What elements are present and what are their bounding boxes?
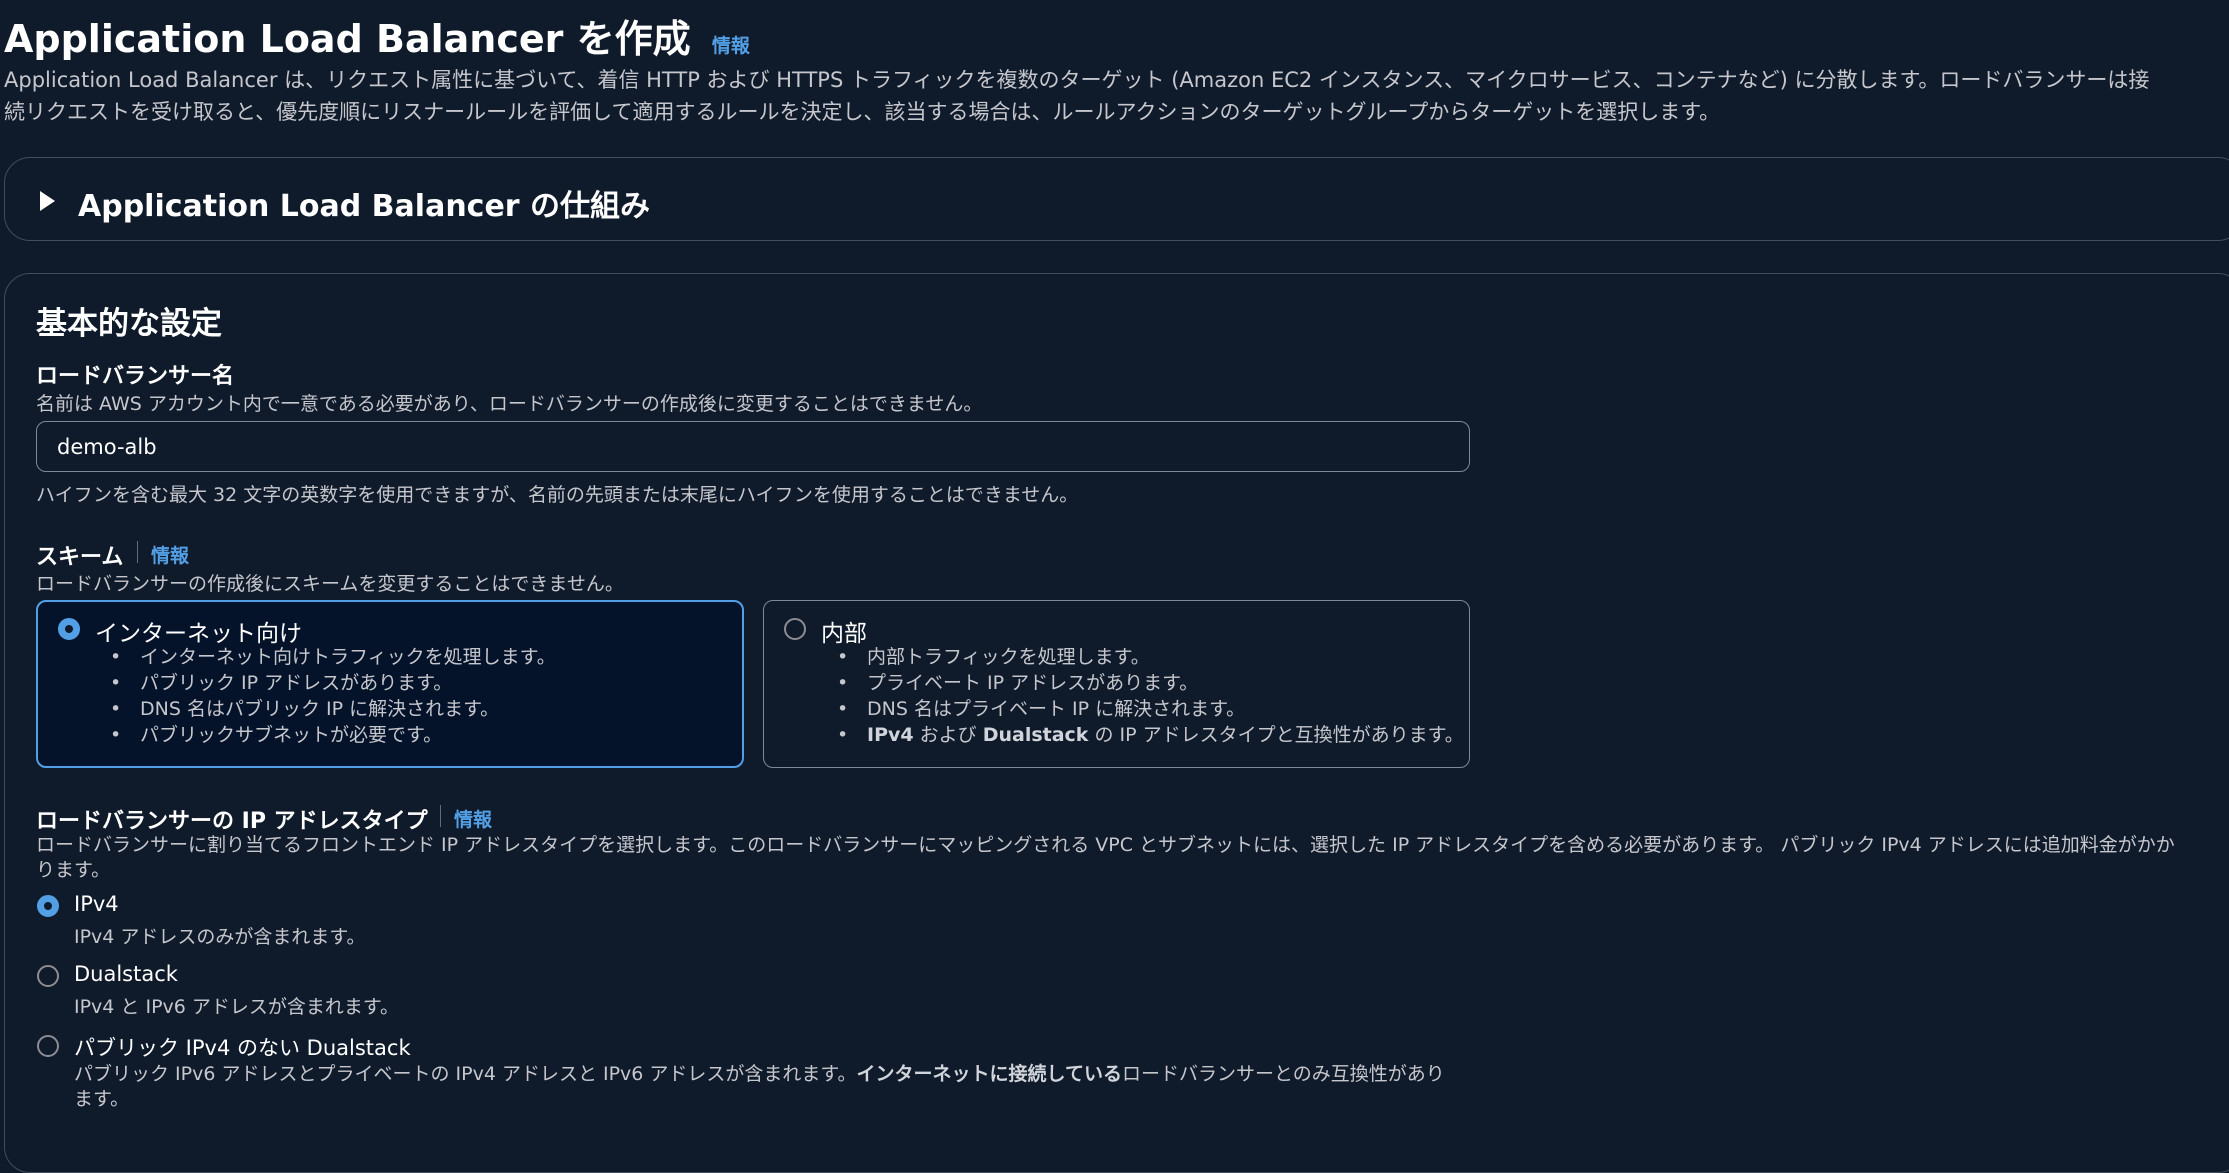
text: および bbox=[913, 724, 983, 746]
radio-ipv4[interactable] bbox=[37, 895, 59, 917]
page-description-line2: 続リクエストを受け取ると、優先度順にリスナールールを評価して適用するルールを決定… bbox=[4, 100, 1721, 124]
list-item: パブリックサブネットが必要です。 bbox=[110, 722, 556, 748]
page-title: Application Load Balancer を作成 情報 bbox=[4, 8, 750, 63]
ip-type-label: ロードバランサーの IP アドレスタイプ bbox=[36, 809, 428, 834]
list-item: DNS 名はパブリック IP に解決されます。 bbox=[110, 696, 556, 722]
dualstack-no-public-ipv4-description: パブリック IPv6 アドレスとプライベートの IPv4 アドレスと IPv6 … bbox=[74, 1062, 1445, 1112]
scheme-option-title: インターネット向け bbox=[95, 621, 302, 647]
page-description: Application Load Balancer は、リクエスト属性に基づいて… bbox=[4, 64, 2229, 128]
text: ロードバランサーとのみ互換性があり bbox=[1121, 1063, 1445, 1085]
scheme-option-title: 内部 bbox=[821, 621, 867, 647]
list-item: パブリック IP アドレスがあります。 bbox=[110, 670, 556, 696]
lb-name-hint: ハイフンを含む最大 32 文字の英数字を使用できますが、名前の先頭または末尾にハ… bbox=[36, 484, 1079, 506]
bold-text: インターネットに接続している bbox=[856, 1063, 1122, 1085]
internet-facing-bullets: インターネット向けトラフィックを処理します。 パブリック IP アドレスがありま… bbox=[110, 644, 556, 748]
list-item: プライベート IP アドレスがあります。 bbox=[837, 670, 1464, 696]
radio-dualstack-no-public-ipv4[interactable] bbox=[37, 1035, 59, 1057]
bold-text: IPv4 bbox=[867, 724, 914, 746]
text: の IP アドレスタイプと互換性があります。 bbox=[1088, 724, 1464, 746]
ip-type-info-link[interactable]: 情報 bbox=[454, 805, 492, 832]
section-title: 基本的な設定 bbox=[36, 306, 222, 342]
list-item: インターネット向けトラフィックを処理します。 bbox=[110, 644, 556, 670]
page-title-text: Application Load Balancer を作成 bbox=[4, 17, 691, 61]
dualstack-no-public-ipv4-label[interactable]: パブリック IPv4 のない Dualstack bbox=[74, 1032, 411, 1062]
list-item: 内部トラフィックを処理します。 bbox=[837, 644, 1464, 670]
scheme-label: スキーム bbox=[36, 545, 124, 570]
lb-name-label: ロードバランサー名 bbox=[36, 364, 235, 389]
dualstack-option-label[interactable]: Dualstack bbox=[74, 962, 178, 986]
lb-name-description: 名前は AWS アカウント内で一意である必要があり、ロードバランサーの作成後に変… bbox=[36, 393, 983, 415]
title-info-link[interactable]: 情報 bbox=[712, 35, 750, 57]
scheme-info-link[interactable]: 情報 bbox=[151, 541, 189, 568]
caret-right-icon[interactable] bbox=[40, 191, 55, 211]
page-description-line1: Application Load Balancer は、リクエスト属性に基づいて… bbox=[4, 68, 2150, 92]
description-line2: ます。 bbox=[74, 1088, 130, 1110]
internal-bullets: 内部トラフィックを処理します。 プライベート IP アドレスがあります。 DNS… bbox=[837, 644, 1464, 748]
radio-dualstack[interactable] bbox=[37, 965, 59, 987]
ipv4-option-description: IPv4 アドレスのみが含まれます。 bbox=[74, 926, 366, 948]
separator bbox=[137, 541, 138, 563]
radio-internal[interactable] bbox=[784, 618, 806, 640]
description-line1: パブリック IPv6 アドレスとプライベートの IPv4 アドレスと IPv6 … bbox=[74, 1062, 1445, 1087]
separator bbox=[440, 805, 441, 827]
expander-title[interactable]: Application Load Balancer の仕組み bbox=[78, 181, 650, 225]
ip-type-description-line2: ります。 bbox=[36, 859, 111, 881]
radio-internet-facing[interactable] bbox=[58, 618, 80, 640]
lb-name-input[interactable] bbox=[36, 421, 1470, 472]
scheme-description: ロードバランサーの作成後にスキームを変更することはできません。 bbox=[36, 573, 624, 595]
dualstack-option-description: IPv4 と IPv6 アドレスが含まれます。 bbox=[74, 996, 400, 1018]
ip-type-description: ロードバランサーに割り当てるフロントエンド IP アドレスタイプを選択します。こ… bbox=[36, 833, 2175, 883]
bold-text: Dualstack bbox=[982, 724, 1089, 746]
list-item: DNS 名はプライベート IP に解決されます。 bbox=[837, 696, 1464, 722]
ip-type-description-line1: ロードバランサーに割り当てるフロントエンド IP アドレスタイプを選択します。こ… bbox=[36, 834, 2175, 856]
list-item: IPv4 および Dualstack の IP アドレスタイプと互換性があります… bbox=[837, 722, 1464, 748]
ipv4-option-label[interactable]: IPv4 bbox=[74, 892, 119, 916]
text: パブリック IPv6 アドレスとプライベートの IPv4 アドレスと IPv6 … bbox=[74, 1063, 857, 1085]
